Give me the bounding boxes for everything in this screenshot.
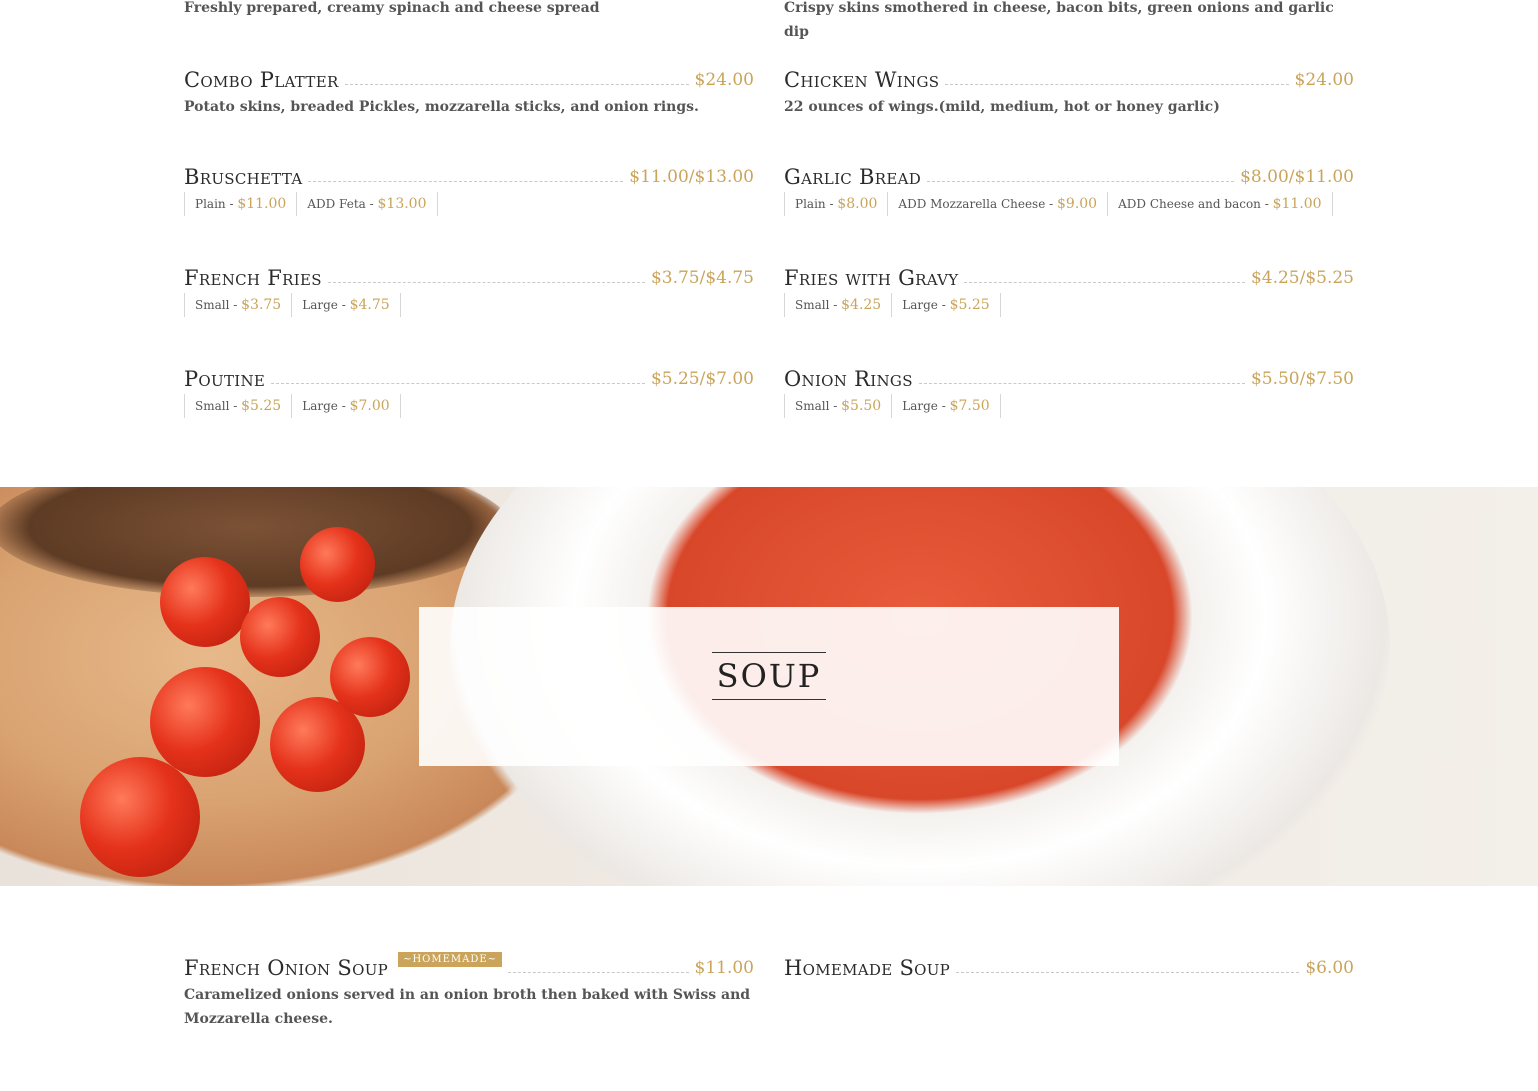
menu-item-chicken-wings: Chicken Wings $24.00 22 ounces of wings.… bbox=[784, 63, 1354, 119]
item-description: Caramelized onions served in an onion br… bbox=[184, 987, 751, 1027]
item-name: Fries with Gravy bbox=[784, 266, 959, 290]
option: Large - $5.25 bbox=[891, 293, 1001, 317]
item-price: $5.50/$7.50 bbox=[1250, 369, 1354, 389]
menu-item-potato-skins: Crispy skins smothered in cheese, bacon … bbox=[784, 0, 1354, 44]
tomato-image bbox=[160, 557, 250, 647]
menu-item-poutine: Poutine $5.25/$7.00 Small - $5.25 Large … bbox=[184, 362, 754, 418]
item-options: Plain - $11.00 ADD Feta - $13.00 bbox=[184, 192, 754, 216]
item-name: Homemade Soup bbox=[784, 956, 951, 980]
menu-item-homemade-soup: Homemade Soup $6.00 bbox=[784, 951, 1354, 981]
item-price: $24.00 bbox=[1294, 70, 1354, 90]
item-options: Small - $3.75 Large - $4.75 bbox=[184, 293, 754, 317]
item-name: Poutine bbox=[184, 367, 266, 391]
item-options: Small - $5.50 Large - $7.50 bbox=[784, 394, 1354, 418]
leader-dots bbox=[308, 180, 624, 182]
option: Large - $4.75 bbox=[291, 293, 401, 317]
option: Plain - $11.00 bbox=[184, 192, 296, 216]
item-name: Combo Platter bbox=[184, 68, 339, 92]
tomato-image bbox=[80, 757, 200, 877]
item-price: $24.00 bbox=[694, 70, 754, 90]
leader-dots bbox=[956, 971, 1300, 973]
item-name: Garlic Bread bbox=[784, 165, 922, 189]
option: ADD Feta - $13.00 bbox=[296, 192, 438, 216]
option: ADD Mozzarella Cheese - $9.00 bbox=[887, 192, 1107, 216]
item-price: $5.25/$7.00 bbox=[650, 369, 754, 389]
item-options: Small - $4.25 Large - $5.25 bbox=[784, 293, 1354, 317]
menu-item-spinach-dip: Freshly prepared, creamy spinach and che… bbox=[184, 0, 754, 20]
item-name: Bruschetta bbox=[184, 165, 303, 189]
leader-dots bbox=[327, 281, 645, 283]
menu-item-onion-rings: Onion Rings $5.50/$7.50 Small - $5.50 La… bbox=[784, 362, 1354, 418]
item-price: $3.75/$4.75 bbox=[650, 268, 754, 288]
option: Small - $5.50 bbox=[784, 394, 891, 418]
item-description: Potato skins, breaded Pickles, mozzarell… bbox=[184, 99, 699, 115]
item-description: 22 ounces of wings.(mild, medium, hot or… bbox=[784, 99, 1220, 115]
item-description: Freshly prepared, creamy spinach and che… bbox=[184, 0, 600, 16]
item-description: Crispy skins smothered in cheese, bacon … bbox=[784, 0, 1334, 40]
item-name: Chicken Wings bbox=[784, 68, 940, 92]
leader-dots bbox=[927, 180, 1235, 182]
leader-dots bbox=[271, 382, 645, 384]
option: Large - $7.50 bbox=[891, 394, 1001, 418]
item-price: $8.00/$11.00 bbox=[1240, 167, 1354, 187]
option: Small - $5.25 bbox=[184, 394, 291, 418]
item-price: $4.25/$5.25 bbox=[1250, 268, 1354, 288]
menu-item-garlic-bread: Garlic Bread $8.00/$11.00 Plain - $8.00 … bbox=[784, 160, 1354, 216]
tomato-image bbox=[330, 637, 410, 717]
tomato-image bbox=[150, 667, 260, 777]
option: Small - $4.25 bbox=[784, 293, 891, 317]
option: Small - $3.75 bbox=[184, 293, 291, 317]
menu-item-french-onion-soup: French Onion Soup ~HOMEMADE~ $11.00 Cara… bbox=[184, 951, 754, 1031]
item-options: Small - $5.25 Large - $7.00 bbox=[184, 394, 754, 418]
leader-dots bbox=[918, 382, 1245, 384]
homemade-badge: ~HOMEMADE~ bbox=[398, 952, 503, 967]
menu-item-bruschetta: Bruschetta $11.00/$13.00 Plain - $11.00 … bbox=[184, 160, 754, 216]
option: Plain - $8.00 bbox=[784, 192, 887, 216]
leader-dots bbox=[508, 971, 689, 973]
item-price: $11.00 bbox=[694, 958, 754, 978]
leader-dots bbox=[945, 83, 1289, 85]
item-price: $6.00 bbox=[1305, 958, 1354, 978]
option: Large - $7.00 bbox=[291, 394, 401, 418]
item-name: Onion Rings bbox=[784, 367, 913, 391]
leader-dots bbox=[344, 83, 689, 85]
item-name: French Fries bbox=[184, 266, 322, 290]
tomato-image bbox=[240, 597, 320, 677]
leader-dots bbox=[964, 281, 1245, 283]
menu-item-fries-with-gravy: Fries with Gravy $4.25/$5.25 Small - $4.… bbox=[784, 261, 1354, 317]
soup-hero-banner: SOUP bbox=[0, 487, 1538, 886]
menu-item-combo-platter: Combo Platter $24.00 Potato skins, bread… bbox=[184, 63, 754, 119]
item-options: Plain - $8.00 ADD Mozzarella Cheese - $9… bbox=[784, 192, 1354, 216]
tomato-image bbox=[300, 527, 375, 602]
option: ADD Cheese and bacon - $11.00 bbox=[1107, 192, 1333, 216]
menu-item-french-fries: French Fries $3.75/$4.75 Small - $3.75 L… bbox=[184, 261, 754, 317]
item-name: French Onion Soup bbox=[184, 956, 389, 980]
section-title: SOUP bbox=[712, 652, 826, 700]
item-price: $11.00/$13.00 bbox=[629, 167, 754, 187]
